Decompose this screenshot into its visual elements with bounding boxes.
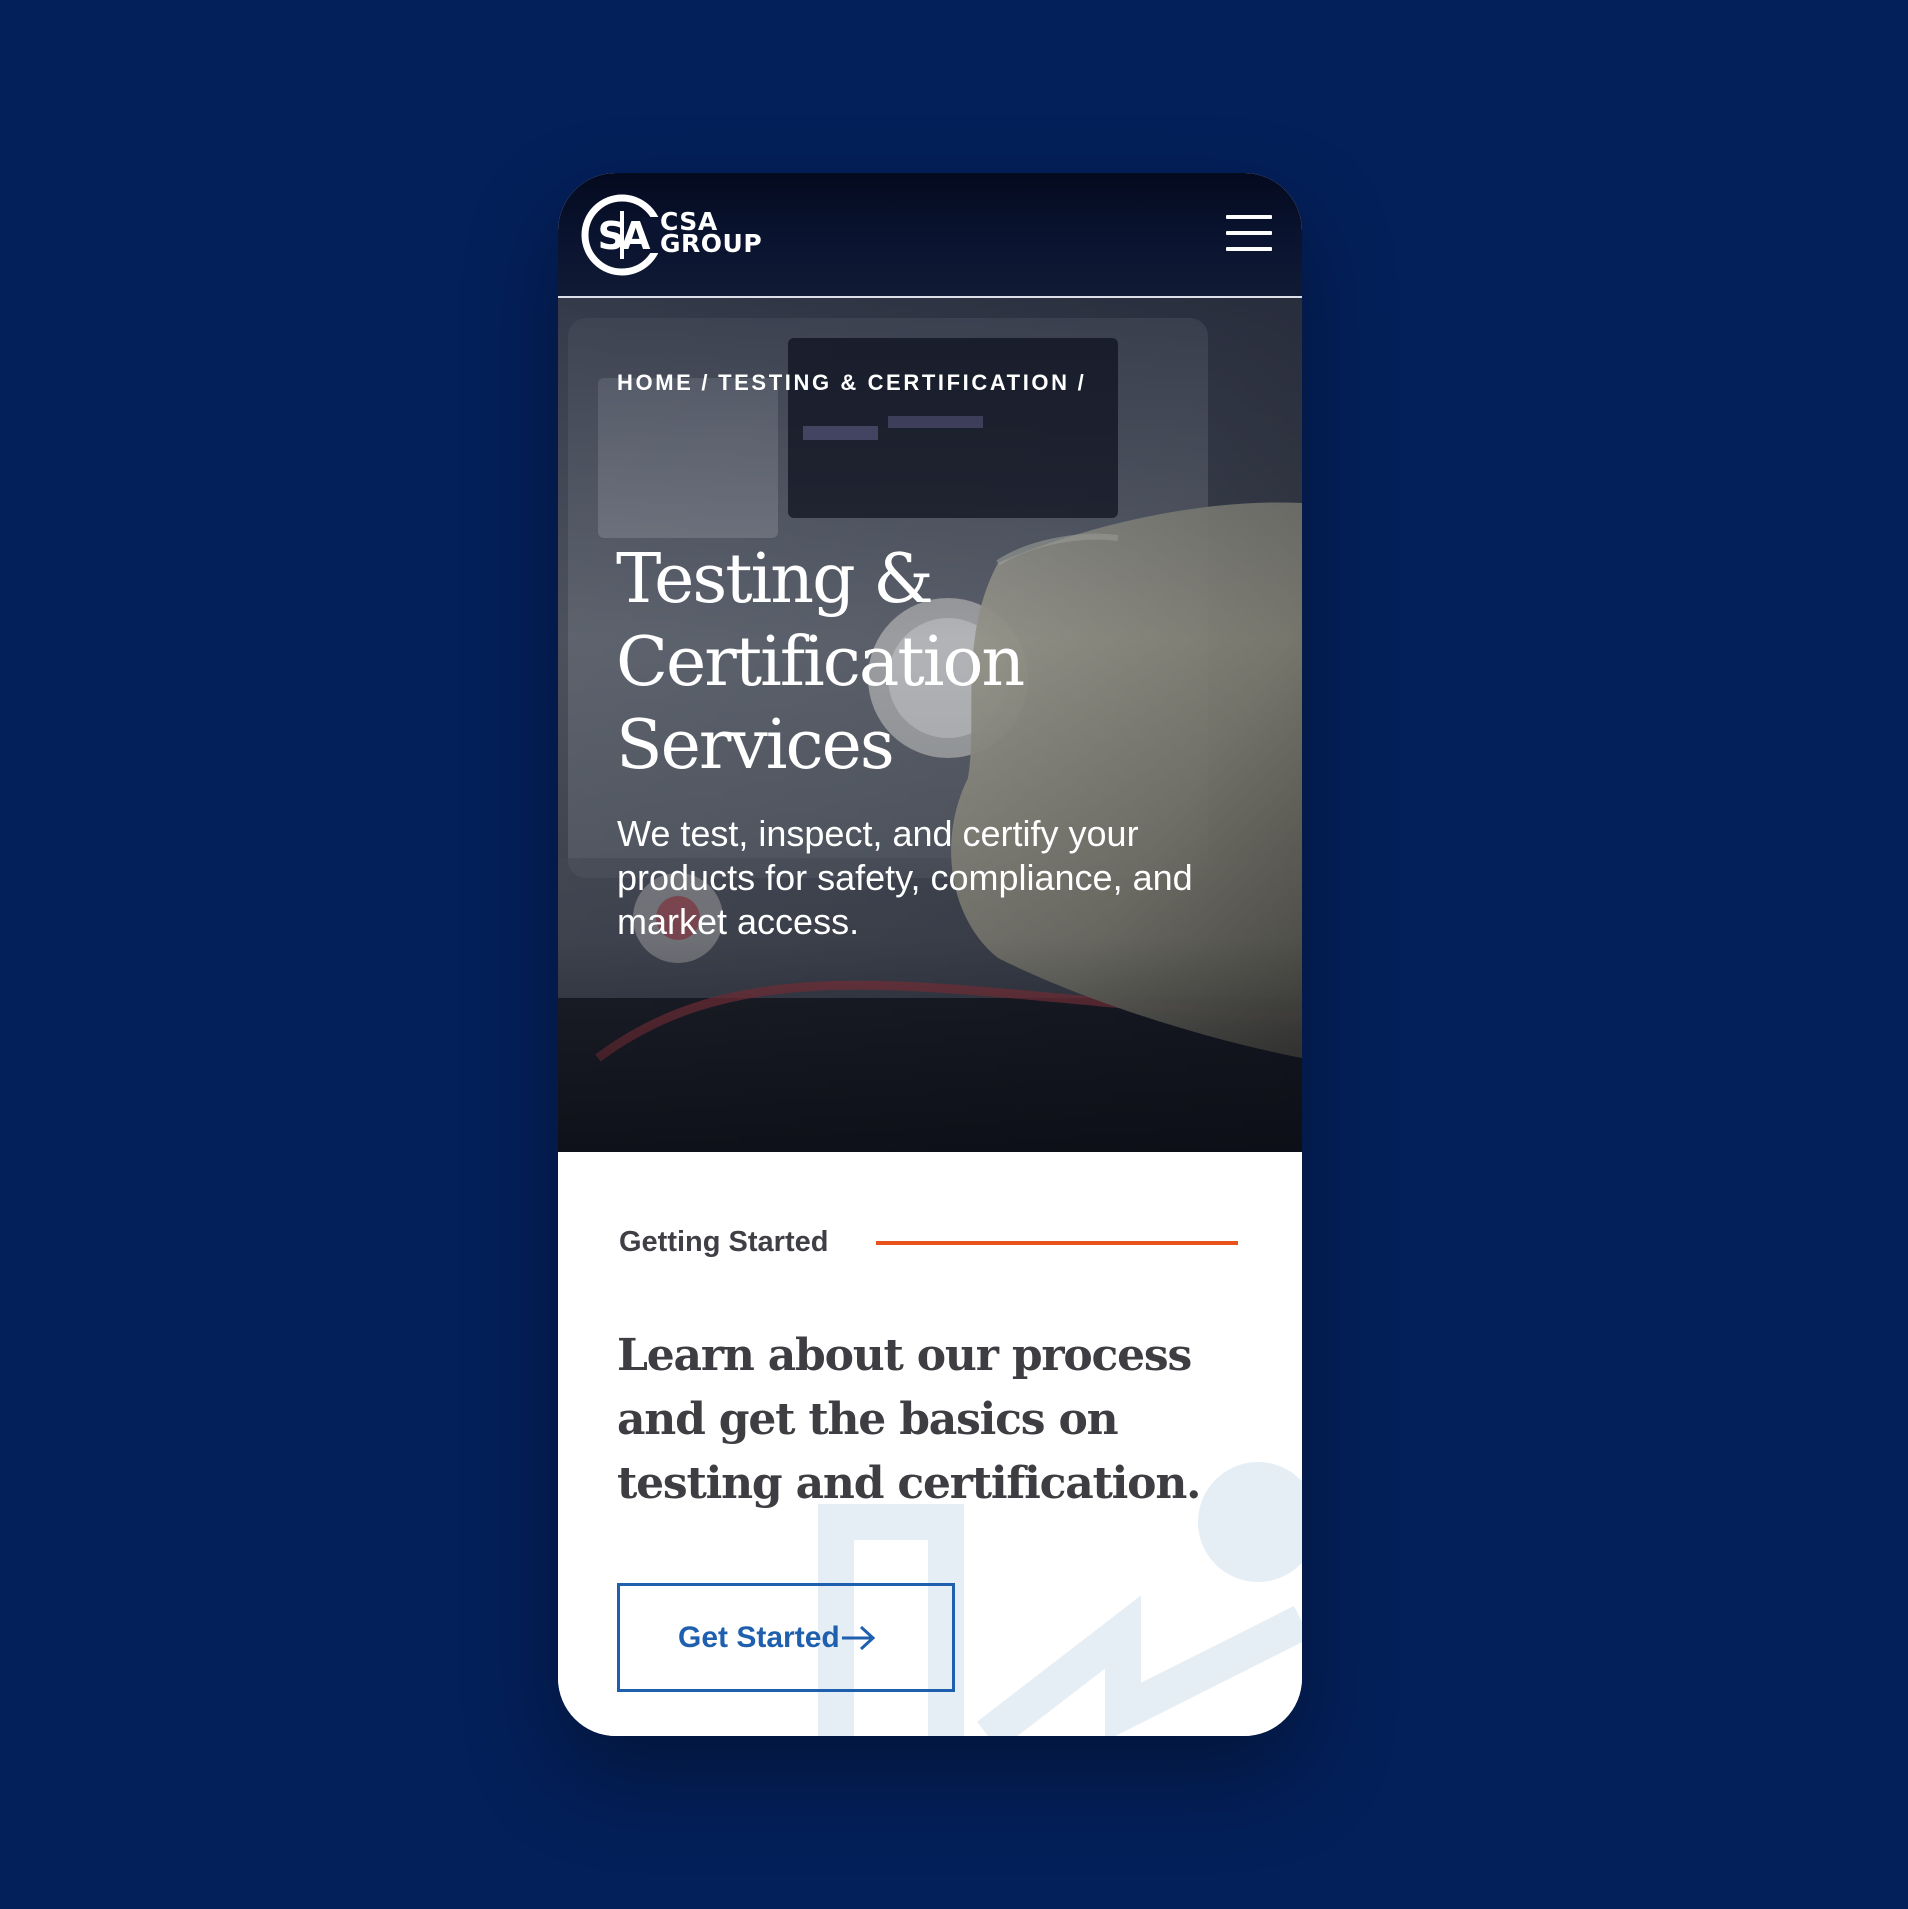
section-heading-line: Learn about our process (617, 1330, 1192, 1381)
logo-wordmark: CSA GROUP (660, 209, 790, 258)
page-title: Testing & Certification Services (616, 538, 1176, 787)
arrow-right-icon (841, 1625, 875, 1650)
site-header: SA CSA GROUP (558, 173, 1302, 296)
breadcrumb: HOME / TESTING & CERTIFICATION / (617, 370, 1094, 396)
hero-subtitle: We test, inspect, and certify your produ… (617, 813, 1193, 942)
section-heading-line: and get the basics on (617, 1394, 1119, 1445)
menu-bar (1226, 247, 1272, 251)
menu-bar (1226, 231, 1272, 235)
getting-started-section: Getting Started Learn about our process … (558, 1152, 1302, 1736)
hero-section: HOME / TESTING & CERTIFICATION / Testing & … (558, 298, 1302, 1152)
menu-bar (1226, 215, 1272, 219)
breadcrumb-testing-certification[interactable]: TESTING & CERTIFICATION (718, 370, 1070, 395)
section-eyebrow: Getting Started (619, 1226, 829, 1258)
get-started-button[interactable]: Get Started (617, 1583, 955, 1692)
hamburger-menu-icon[interactable] (1226, 215, 1272, 255)
breadcrumb-home[interactable]: HOME (617, 370, 693, 395)
page-title-line: Testing & (616, 540, 934, 619)
section-heading: Learn about our process and get the basi… (617, 1324, 1257, 1516)
svg-text:SA: SA (598, 214, 651, 258)
phone-frame: SA CSA GROUP HOME / TESTING & CERTIFICAT… (558, 173, 1302, 1736)
csa-logo-icon: SA (581, 194, 664, 276)
csa-group-logo[interactable]: SA CSA GROUP (580, 193, 780, 277)
eyebrow-accent-line (876, 1241, 1238, 1245)
header-divider (558, 296, 1302, 298)
section-heading-line: testing and certification. (617, 1458, 1201, 1509)
page-title-line: Certification (616, 623, 1025, 702)
breadcrumb-separator: / (701, 370, 711, 395)
get-started-label: Get Started (678, 1620, 840, 1654)
logo-word-group: GROUP (660, 229, 763, 258)
breadcrumb-separator: / (1077, 370, 1087, 395)
page-title-line: Services (616, 706, 895, 785)
